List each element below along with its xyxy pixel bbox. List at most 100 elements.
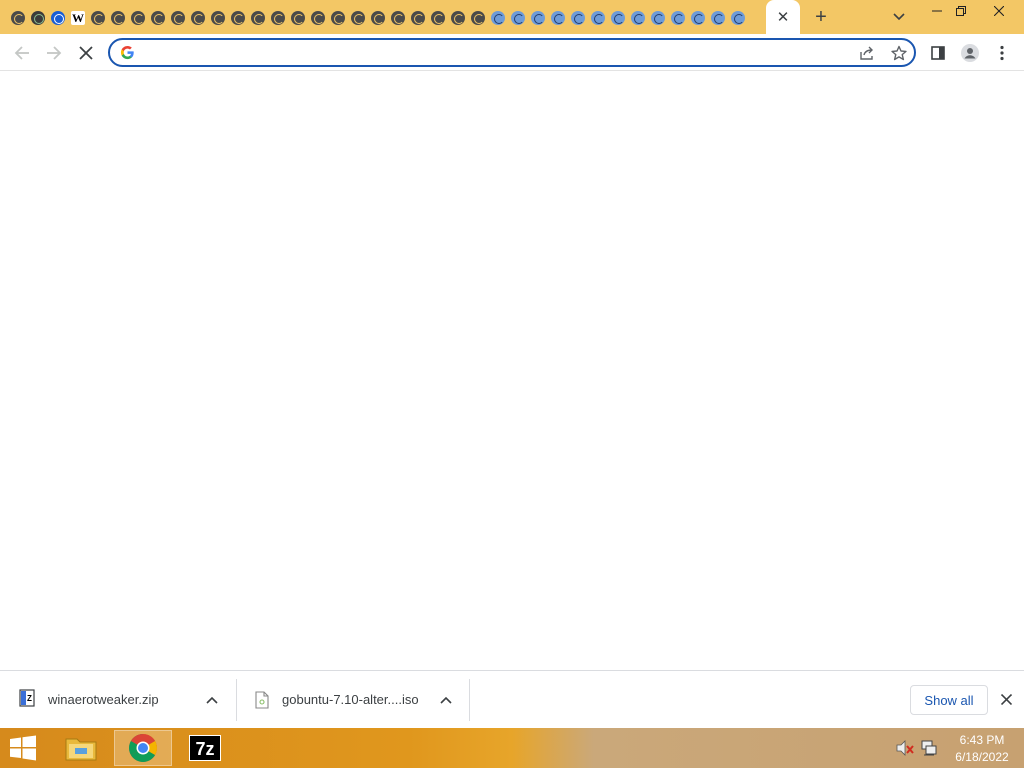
browser-tab[interactable] [508, 8, 528, 28]
browser-tab[interactable] [388, 8, 408, 28]
browser-tab[interactable] [488, 8, 508, 28]
show-all-downloads-button[interactable]: Show all [910, 685, 988, 715]
browser-tab[interactable] [148, 8, 168, 28]
download-separator [469, 679, 470, 721]
download-item[interactable]: Z winaerotweaker.zip [18, 671, 218, 728]
chrome-icon [129, 734, 157, 762]
chevron-down-icon [893, 13, 905, 21]
chrome-favicon-icon [251, 11, 265, 25]
stop-loading-button[interactable] [72, 39, 100, 67]
loading-spinner-icon [631, 11, 645, 25]
chrome-favicon-icon [411, 11, 425, 25]
browser-tab[interactable] [168, 8, 188, 28]
browser-tab[interactable] [528, 8, 548, 28]
loading-spinner-icon [671, 11, 685, 25]
file-explorer-taskbar-button[interactable] [52, 730, 110, 766]
restore-button[interactable] [946, 0, 976, 22]
browser-tab[interactable] [48, 8, 68, 28]
chrome-favicon-icon [231, 11, 245, 25]
windows-start-icon[interactable] [8, 735, 38, 761]
chrome-favicon-icon [131, 11, 145, 25]
share-icon [860, 46, 873, 60]
browser-tab[interactable] [268, 8, 288, 28]
browser-tab[interactable] [348, 8, 368, 28]
browser-tab[interactable] [188, 8, 208, 28]
system-clock[interactable]: 6:43 PM 6/18/2022 [948, 732, 1016, 766]
kebab-menu-icon [1000, 45, 1004, 61]
browser-tab[interactable] [308, 8, 328, 28]
chevron-up-icon [440, 696, 452, 704]
chrome-favicon-icon [151, 11, 165, 25]
browser-tab[interactable] [608, 8, 628, 28]
browser-tab[interactable] [648, 8, 668, 28]
menu-button[interactable] [988, 39, 1016, 67]
bookmark-star-button[interactable] [888, 43, 910, 63]
download-options-button[interactable] [202, 690, 222, 710]
chrome-favicon-icon [171, 11, 185, 25]
minimize-icon [932, 10, 942, 12]
download-item[interactable]: gobuntu-7.10-alter....iso [254, 671, 434, 728]
chevron-up-icon [206, 696, 218, 704]
volume-muted-icon[interactable] [896, 740, 914, 756]
back-arrow-icon [14, 46, 29, 60]
chrome-favicon-icon [451, 11, 465, 25]
browser-tab[interactable] [88, 8, 108, 28]
profile-button[interactable] [956, 39, 984, 67]
address-bar[interactable] [108, 38, 916, 67]
browser-tab[interactable] [548, 8, 568, 28]
browser-tab[interactable] [28, 8, 48, 28]
browser-tab[interactable]: W [68, 8, 88, 28]
browser-tab[interactable] [708, 8, 728, 28]
download-options-button[interactable] [436, 690, 456, 710]
browser-tab[interactable] [288, 8, 308, 28]
browser-tab[interactable] [208, 8, 228, 28]
close-icon [1000, 693, 1012, 705]
chrome-favicon-icon [351, 11, 365, 25]
browser-tab[interactable] [428, 8, 448, 28]
page-content [0, 72, 1024, 670]
svg-text:7z: 7z [195, 739, 214, 759]
chrome-favicon-icon [431, 11, 445, 25]
browser-tab[interactable] [628, 8, 648, 28]
browser-tab[interactable] [728, 8, 748, 28]
browser-tab[interactable] [448, 8, 468, 28]
browser-tab[interactable] [668, 8, 688, 28]
browser-tab[interactable] [8, 8, 28, 28]
browser-tab[interactable] [328, 8, 348, 28]
browser-tab[interactable] [408, 8, 428, 28]
side-panel-button[interactable] [924, 39, 952, 67]
loading-spinner-icon [651, 11, 665, 25]
forward-arrow-icon [47, 46, 62, 60]
svg-text:Z: Z [27, 694, 32, 703]
triangle-favicon-icon [51, 11, 65, 25]
tab-search-button[interactable] [888, 6, 910, 28]
close-tab-icon[interactable]: ✕ [777, 8, 790, 26]
browser-tab[interactable] [228, 8, 248, 28]
back-button[interactable] [8, 39, 36, 67]
browser-tab[interactable] [568, 8, 588, 28]
new-tab-button[interactable]: + [808, 4, 834, 30]
chrome-favicon-icon [371, 11, 385, 25]
loading-spinner-icon [571, 11, 585, 25]
active-tab[interactable]: ✕ [766, 0, 800, 34]
close-window-button[interactable] [984, 0, 1014, 22]
chrome-favicon-icon [311, 11, 325, 25]
browser-tab[interactable] [468, 8, 488, 28]
browser-tab[interactable] [588, 8, 608, 28]
forward-button[interactable] [40, 39, 68, 67]
7zip-taskbar-button[interactable]: 7z [176, 730, 234, 766]
browser-tab[interactable] [128, 8, 148, 28]
browser-tab[interactable] [688, 8, 708, 28]
7zip-icon: 7z [189, 735, 221, 761]
browser-toolbar [0, 34, 1024, 71]
network-icon[interactable] [920, 740, 938, 756]
download-shelf: Z winaerotweaker.zip gobuntu-7.10-alter.… [0, 670, 1024, 728]
loading-spinner-icon [731, 11, 745, 25]
browser-tab[interactable] [248, 8, 268, 28]
close-download-shelf-button[interactable] [996, 689, 1016, 709]
share-button[interactable] [856, 43, 878, 63]
chrome-taskbar-button[interactable] [114, 730, 172, 766]
address-input[interactable] [146, 43, 836, 62]
browser-tab[interactable] [368, 8, 388, 28]
browser-tab[interactable] [108, 8, 128, 28]
